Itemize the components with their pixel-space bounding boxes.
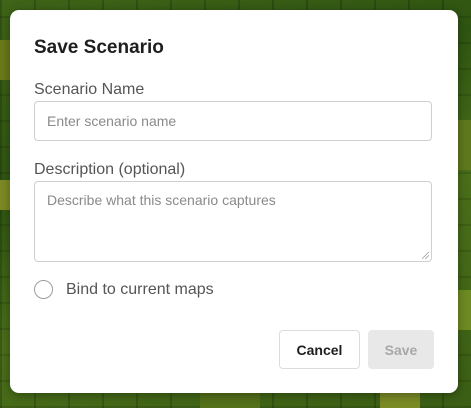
resize-grip-icon[interactable] (422, 252, 429, 259)
cancel-button[interactable]: Cancel (279, 330, 360, 369)
scenario-name-label: Scenario Name (34, 81, 145, 98)
save-button[interactable]: Save (368, 330, 434, 369)
dialog-title: Save Scenario (34, 37, 164, 58)
save-scenario-dialog: Save Scenario Scenario Name Description … (10, 10, 458, 393)
bind-maps-checkbox[interactable] (34, 280, 53, 299)
scenario-name-input[interactable] (34, 101, 432, 141)
description-field-wrapper (34, 181, 432, 262)
description-textarea[interactable] (34, 181, 432, 262)
description-label: Description (optional) (34, 161, 186, 178)
bind-maps-label[interactable]: Bind to current maps (66, 281, 214, 299)
